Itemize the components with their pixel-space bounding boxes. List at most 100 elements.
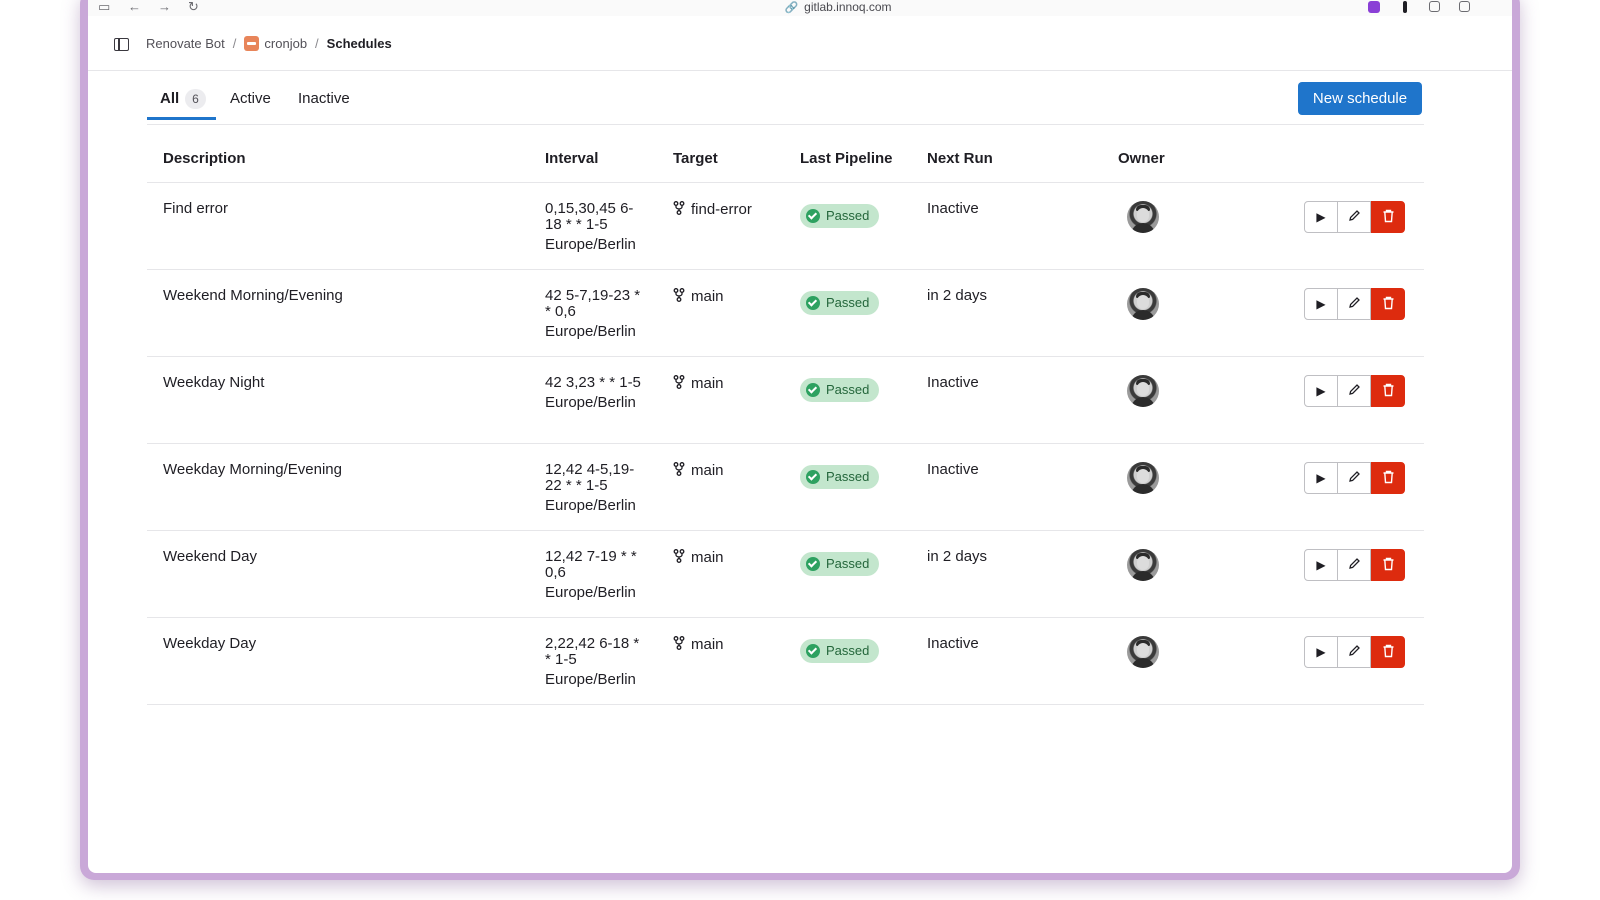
delete-schedule-button[interactable] — [1371, 201, 1405, 233]
interval-cron: 12,42 4-5,19-22 * * 1-5 — [545, 461, 635, 494]
schedule-description: Weekday Day — [163, 635, 257, 652]
run-schedule-button[interactable]: ▶ — [1304, 375, 1338, 407]
tab-inactive[interactable]: Inactive — [298, 80, 350, 123]
tab-active[interactable]: Active — [230, 80, 271, 123]
schedule-target[interactable]: main — [673, 549, 724, 566]
run-schedule-button[interactable]: ▶ — [1304, 462, 1338, 494]
edit-schedule-button[interactable] — [1338, 462, 1371, 494]
avatar[interactable] — [1127, 462, 1159, 494]
interval-cron: 42 3,23 * * 1-5 — [545, 374, 641, 391]
target-branch: main — [691, 636, 724, 653]
run-schedule-button[interactable]: ▶ — [1304, 636, 1338, 668]
run-schedule-button[interactable]: ▶ — [1304, 201, 1338, 233]
play-icon: ▶ — [1316, 210, 1326, 224]
edit-schedule-button[interactable] — [1338, 636, 1371, 668]
trash-icon — [1382, 470, 1395, 487]
table-row: Weekday Night 42 3,23 * * 1-5 Europe/Berli… — [147, 357, 1424, 444]
schedule-next-run: Inactive — [927, 200, 979, 217]
column-header-last-pipeline: Last Pipeline — [800, 150, 893, 167]
address-bar[interactable]: 🔗 gitlab.innoq.com — [738, 0, 938, 15]
schedule-target[interactable]: main — [673, 462, 724, 479]
sidebar-icon[interactable]: ▭ — [98, 0, 110, 14]
run-schedule-button[interactable]: ▶ — [1304, 549, 1338, 581]
schedule-interval: 0,15,30,45 6-18 * * 1-5 Europe/Berlin — [545, 201, 641, 253]
table-row: Weekday Day 2,22,42 6-18 * * 1-5 Europe/Be… — [147, 618, 1424, 705]
edit-schedule-button[interactable] — [1338, 288, 1371, 320]
trash-icon — [1382, 644, 1395, 661]
new-schedule-button[interactable]: New schedule — [1298, 82, 1422, 115]
pencil-icon — [1348, 296, 1361, 312]
delete-schedule-button[interactable] — [1371, 636, 1405, 668]
row-actions: ▶ — [1304, 288, 1405, 320]
column-header-target: Target — [673, 150, 718, 167]
trash-icon — [1382, 383, 1395, 400]
table-row: Find error 0,15,30,45 6-18 * * 1-5 Europe/… — [147, 183, 1424, 270]
avatar[interactable] — [1127, 288, 1159, 320]
status-badge[interactable]: Passed — [800, 204, 879, 228]
schedule-next-run: in 2 days — [927, 548, 988, 565]
column-header-owner: Owner — [1118, 150, 1165, 167]
extension-icon[interactable] — [1403, 1, 1407, 13]
delete-schedule-button[interactable] — [1371, 549, 1405, 581]
edit-schedule-button[interactable] — [1338, 549, 1371, 581]
schedule-target[interactable]: main — [673, 636, 724, 653]
tab-active-label: Active — [230, 90, 271, 107]
run-schedule-button[interactable]: ▶ — [1304, 288, 1338, 320]
avatar[interactable] — [1127, 636, 1159, 668]
target-branch: find-error — [691, 201, 752, 218]
schedule-target[interactable]: main — [673, 375, 724, 392]
play-icon: ▶ — [1316, 384, 1326, 398]
delete-schedule-button[interactable] — [1371, 462, 1405, 494]
status-label: Passed — [826, 208, 870, 223]
branch-icon — [673, 462, 691, 479]
schedule-interval: 12,42 7-19 * * 0,6 Europe/Berlin — [545, 549, 641, 601]
trash-icon — [1382, 209, 1395, 226]
tab-all[interactable]: All 6 — [147, 80, 216, 120]
reload-icon[interactable]: ↻ — [188, 0, 199, 14]
delete-schedule-button[interactable] — [1371, 288, 1405, 320]
edit-schedule-button[interactable] — [1338, 201, 1371, 233]
status-badge[interactable]: Passed — [800, 378, 879, 402]
table-row: Weekend Morning/Evening 42 5-7,19-23 * * … — [147, 270, 1424, 357]
status-label: Passed — [826, 643, 870, 658]
delete-schedule-button[interactable] — [1371, 375, 1405, 407]
avatar[interactable] — [1127, 375, 1159, 407]
branch-icon — [673, 549, 691, 566]
column-header-interval: Interval — [545, 150, 599, 167]
breadcrumb-group[interactable]: Renovate Bot — [146, 36, 225, 51]
breadcrumb: Renovate Bot / cronjob / Schedules — [146, 36, 392, 51]
status-badge[interactable]: Passed — [800, 639, 879, 663]
interval-timezone: Europe/Berlin — [545, 236, 636, 253]
status-badge[interactable]: Passed — [800, 552, 879, 576]
schedule-next-run: Inactive — [927, 374, 979, 391]
status-badge[interactable]: Passed — [800, 465, 879, 489]
status-badge[interactable]: Passed — [800, 291, 879, 315]
schedule-target[interactable]: main — [673, 288, 724, 305]
sidebar-toggle-icon[interactable] — [114, 38, 129, 51]
row-actions: ▶ — [1304, 549, 1405, 581]
schedule-description: Weekday Night — [163, 374, 265, 391]
schedule-interval: 12,42 4-5,19-22 * * 1-5 Europe/Berlin — [545, 462, 641, 514]
schedule-interval: 2,22,42 6-18 * * 1-5 Europe/Berlin — [545, 636, 641, 688]
forward-arrow-icon[interactable]: → — [158, 0, 171, 14]
extension-icon[interactable] — [1368, 1, 1380, 13]
interval-cron: 12,42 7-19 * * 0,6 — [545, 548, 637, 581]
check-circle-icon — [806, 209, 820, 223]
schedule-next-run: in 2 days — [927, 287, 988, 304]
project-icon — [244, 36, 260, 51]
interval-timezone: Europe/Berlin — [545, 497, 636, 514]
schedule-interval: 42 5-7,19-23 * * 0,6 Europe/Berlin — [545, 288, 641, 340]
reader-icon[interactable] — [1429, 1, 1440, 12]
interval-timezone: Europe/Berlin — [545, 671, 636, 688]
schedule-target[interactable]: find-error — [673, 201, 752, 218]
avatar[interactable] — [1127, 201, 1159, 233]
browser-toolbar: ▭ ← → ↻ 🔗 gitlab.innoq.com — [88, 0, 1512, 16]
edit-schedule-button[interactable] — [1338, 375, 1371, 407]
back-arrow-icon[interactable]: ← — [128, 0, 141, 14]
avatar[interactable] — [1127, 549, 1159, 581]
trash-icon — [1382, 296, 1395, 313]
check-circle-icon — [806, 296, 820, 310]
tabs-overview-icon[interactable] — [1459, 1, 1470, 12]
breadcrumb-current[interactable]: Schedules — [327, 36, 392, 51]
breadcrumb-project[interactable]: cronjob — [264, 36, 307, 51]
